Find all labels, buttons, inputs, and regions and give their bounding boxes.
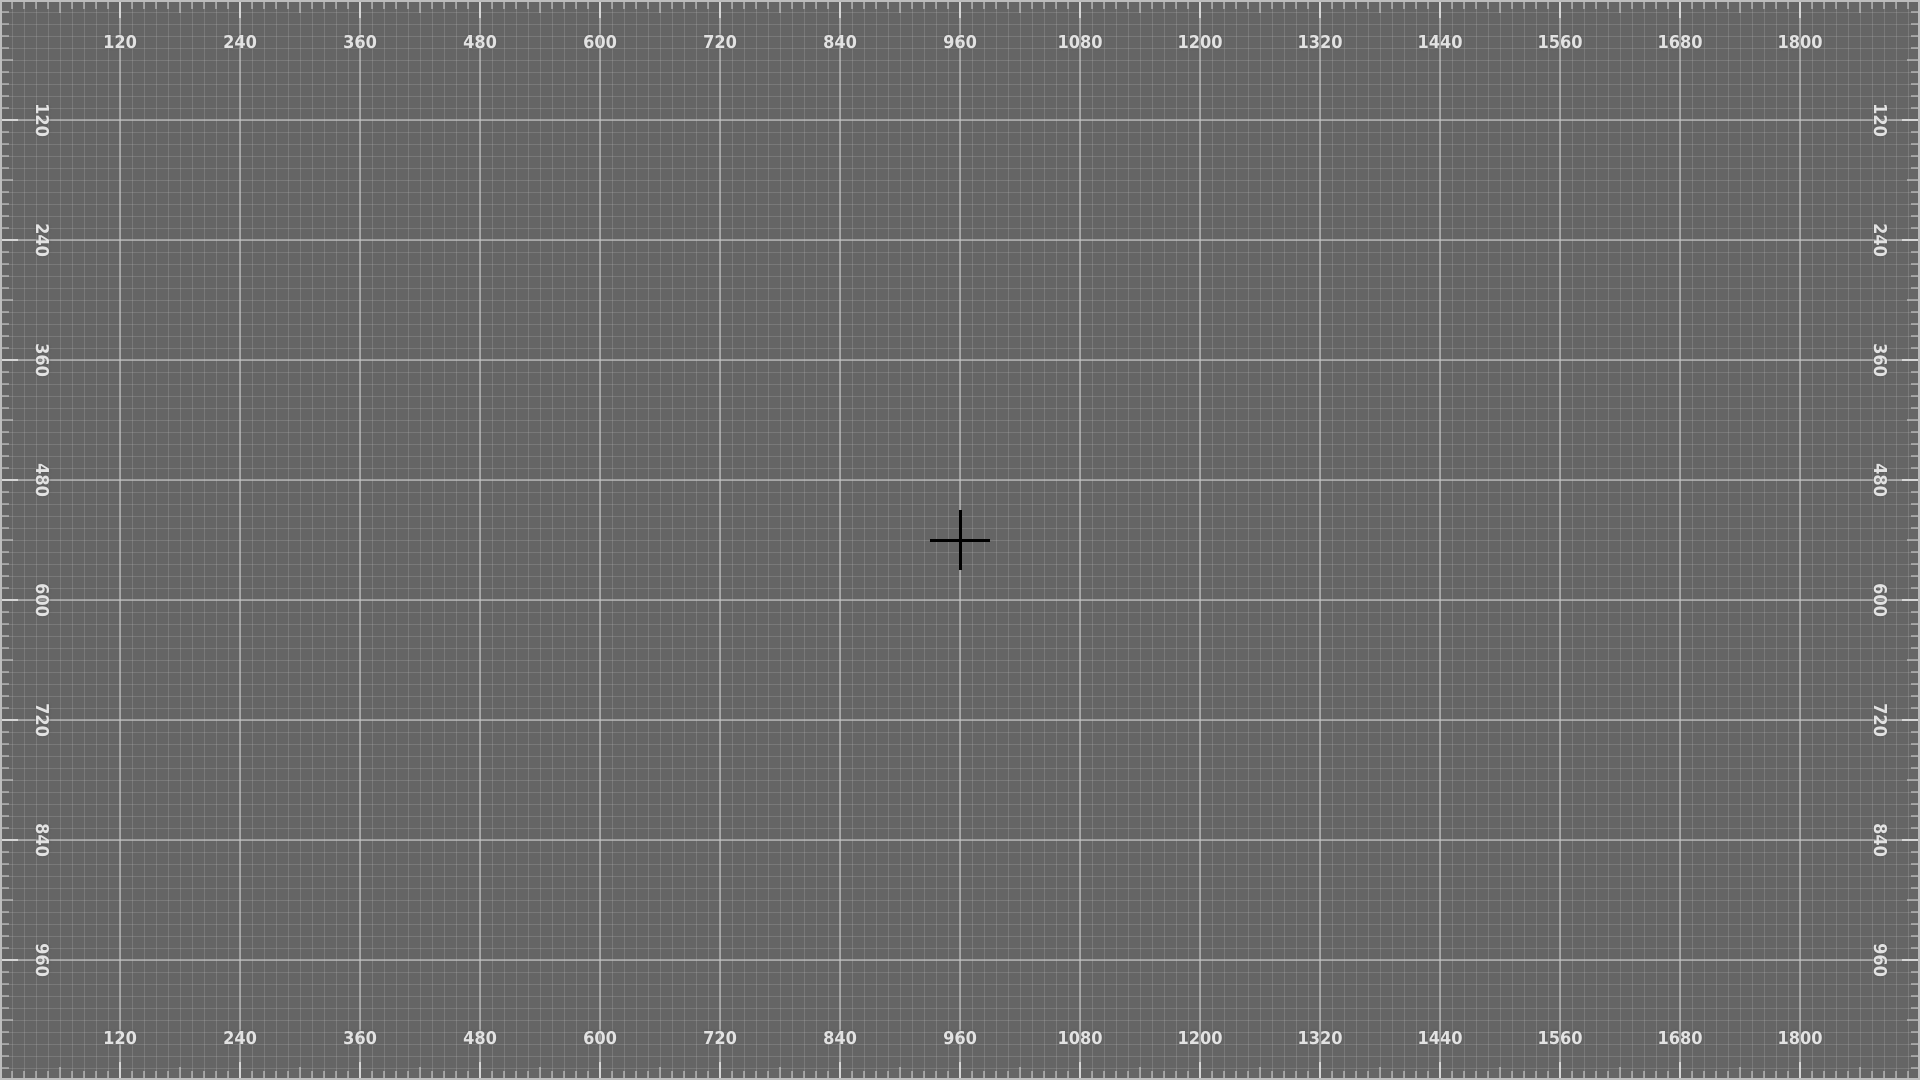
- horizontal-ruler-label-bottom: 1440: [1417, 1028, 1463, 1049]
- vertical-ruler-label-left: 960: [31, 943, 52, 977]
- horizontal-ruler-label-top: 1320: [1297, 32, 1343, 53]
- horizontal-ruler-label-bottom: 1080: [1057, 1028, 1103, 1049]
- horizontal-ruler-label-top: 1680: [1657, 32, 1703, 53]
- vertical-ruler-label-right: 600: [1869, 583, 1890, 617]
- horizontal-ruler-label-top: 600: [583, 32, 617, 53]
- vertical-ruler-label-right: 720: [1869, 703, 1890, 737]
- vertical-ruler-label-left: 720: [31, 703, 52, 737]
- vertical-ruler-label-left: 600: [31, 583, 52, 617]
- horizontal-ruler-label-bottom: 720: [703, 1028, 737, 1049]
- horizontal-ruler-label-top: 1080: [1057, 32, 1103, 53]
- horizontal-ruler-label-bottom: 480: [463, 1028, 497, 1049]
- horizontal-ruler-label-bottom: 120: [103, 1028, 137, 1049]
- horizontal-ruler-label-top: 120: [103, 32, 137, 53]
- horizontal-ruler-label-top: 1800: [1777, 32, 1823, 53]
- horizontal-ruler-label-bottom: 240: [223, 1028, 257, 1049]
- vertical-ruler-label-left: 240: [31, 223, 52, 257]
- vertical-ruler-label-right: 480: [1869, 463, 1890, 497]
- horizontal-ruler-label-top: 480: [463, 32, 497, 53]
- horizontal-ruler-label-bottom: 1800: [1777, 1028, 1823, 1049]
- vertical-ruler-label-right: 360: [1869, 343, 1890, 377]
- horizontal-ruler-label-top: 1560: [1537, 32, 1583, 53]
- horizontal-ruler-label-top: 1440: [1417, 32, 1463, 53]
- calibration-grid-screen: 120 120 240 240 360 360 480 480 600 600 720 720 840 8…: [0, 0, 1920, 1080]
- crosshair-icon: [930, 510, 990, 570]
- vertical-ruler-label-right: 960: [1869, 943, 1890, 977]
- horizontal-ruler-label-top: 960: [943, 32, 977, 53]
- horizontal-ruler-label-top: 840: [823, 32, 857, 53]
- horizontal-ruler-label-bottom: 840: [823, 1028, 857, 1049]
- vertical-ruler-label-right: 120: [1869, 103, 1890, 137]
- horizontal-ruler-label-top: 720: [703, 32, 737, 53]
- horizontal-ruler-label-top: 240: [223, 32, 257, 53]
- horizontal-ruler-label-top: 360: [343, 32, 377, 53]
- horizontal-ruler-label-bottom: 1200: [1177, 1028, 1223, 1049]
- vertical-ruler-label-left: 120: [31, 103, 52, 137]
- horizontal-ruler-label-bottom: 360: [343, 1028, 377, 1049]
- horizontal-ruler-label-bottom: 960: [943, 1028, 977, 1049]
- vertical-ruler-label-right: 840: [1869, 823, 1890, 857]
- vertical-ruler-label-left: 840: [31, 823, 52, 857]
- horizontal-ruler-label-bottom: 1560: [1537, 1028, 1583, 1049]
- vertical-ruler-label-left: 480: [31, 463, 52, 497]
- vertical-ruler-label-right: 240: [1869, 223, 1890, 257]
- horizontal-ruler-label-top: 1200: [1177, 32, 1223, 53]
- horizontal-ruler-label-bottom: 1320: [1297, 1028, 1343, 1049]
- vertical-ruler-label-left: 360: [31, 343, 52, 377]
- crosshair-vertical-bar: [959, 510, 962, 570]
- horizontal-ruler-label-bottom: 600: [583, 1028, 617, 1049]
- horizontal-ruler-label-bottom: 1680: [1657, 1028, 1703, 1049]
